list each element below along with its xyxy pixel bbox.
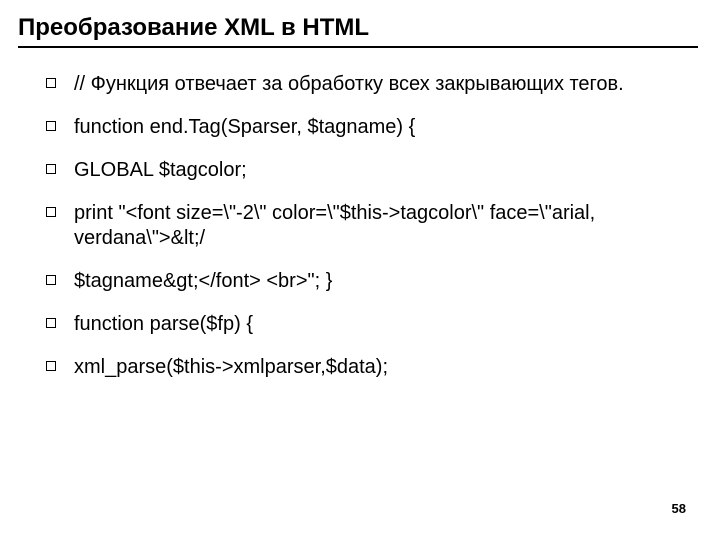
- list-item: print "<font size=\"-2\" color=\"$this->…: [46, 201, 690, 251]
- bullet-list: // Функция отвечает за обработку всех за…: [18, 72, 698, 380]
- list-item: // Функция отвечает за обработку всех за…: [46, 72, 690, 97]
- slide-title: Преобразование XML в HTML: [18, 14, 698, 42]
- list-item: $tagname&gt;</font> <br>"; }: [46, 269, 690, 294]
- list-item: function parse($fp) {: [46, 312, 690, 337]
- list-item: function end.Tag(Sparser, $tagname) {: [46, 115, 690, 140]
- slide: Преобразование XML в HTML // Функция отв…: [0, 0, 720, 540]
- page-number: 58: [672, 501, 686, 516]
- list-item: GLOBAL $tagcolor;: [46, 158, 690, 183]
- list-item: xml_parse($this->xmlparser,$data);: [46, 355, 690, 380]
- title-underline: [18, 46, 698, 48]
